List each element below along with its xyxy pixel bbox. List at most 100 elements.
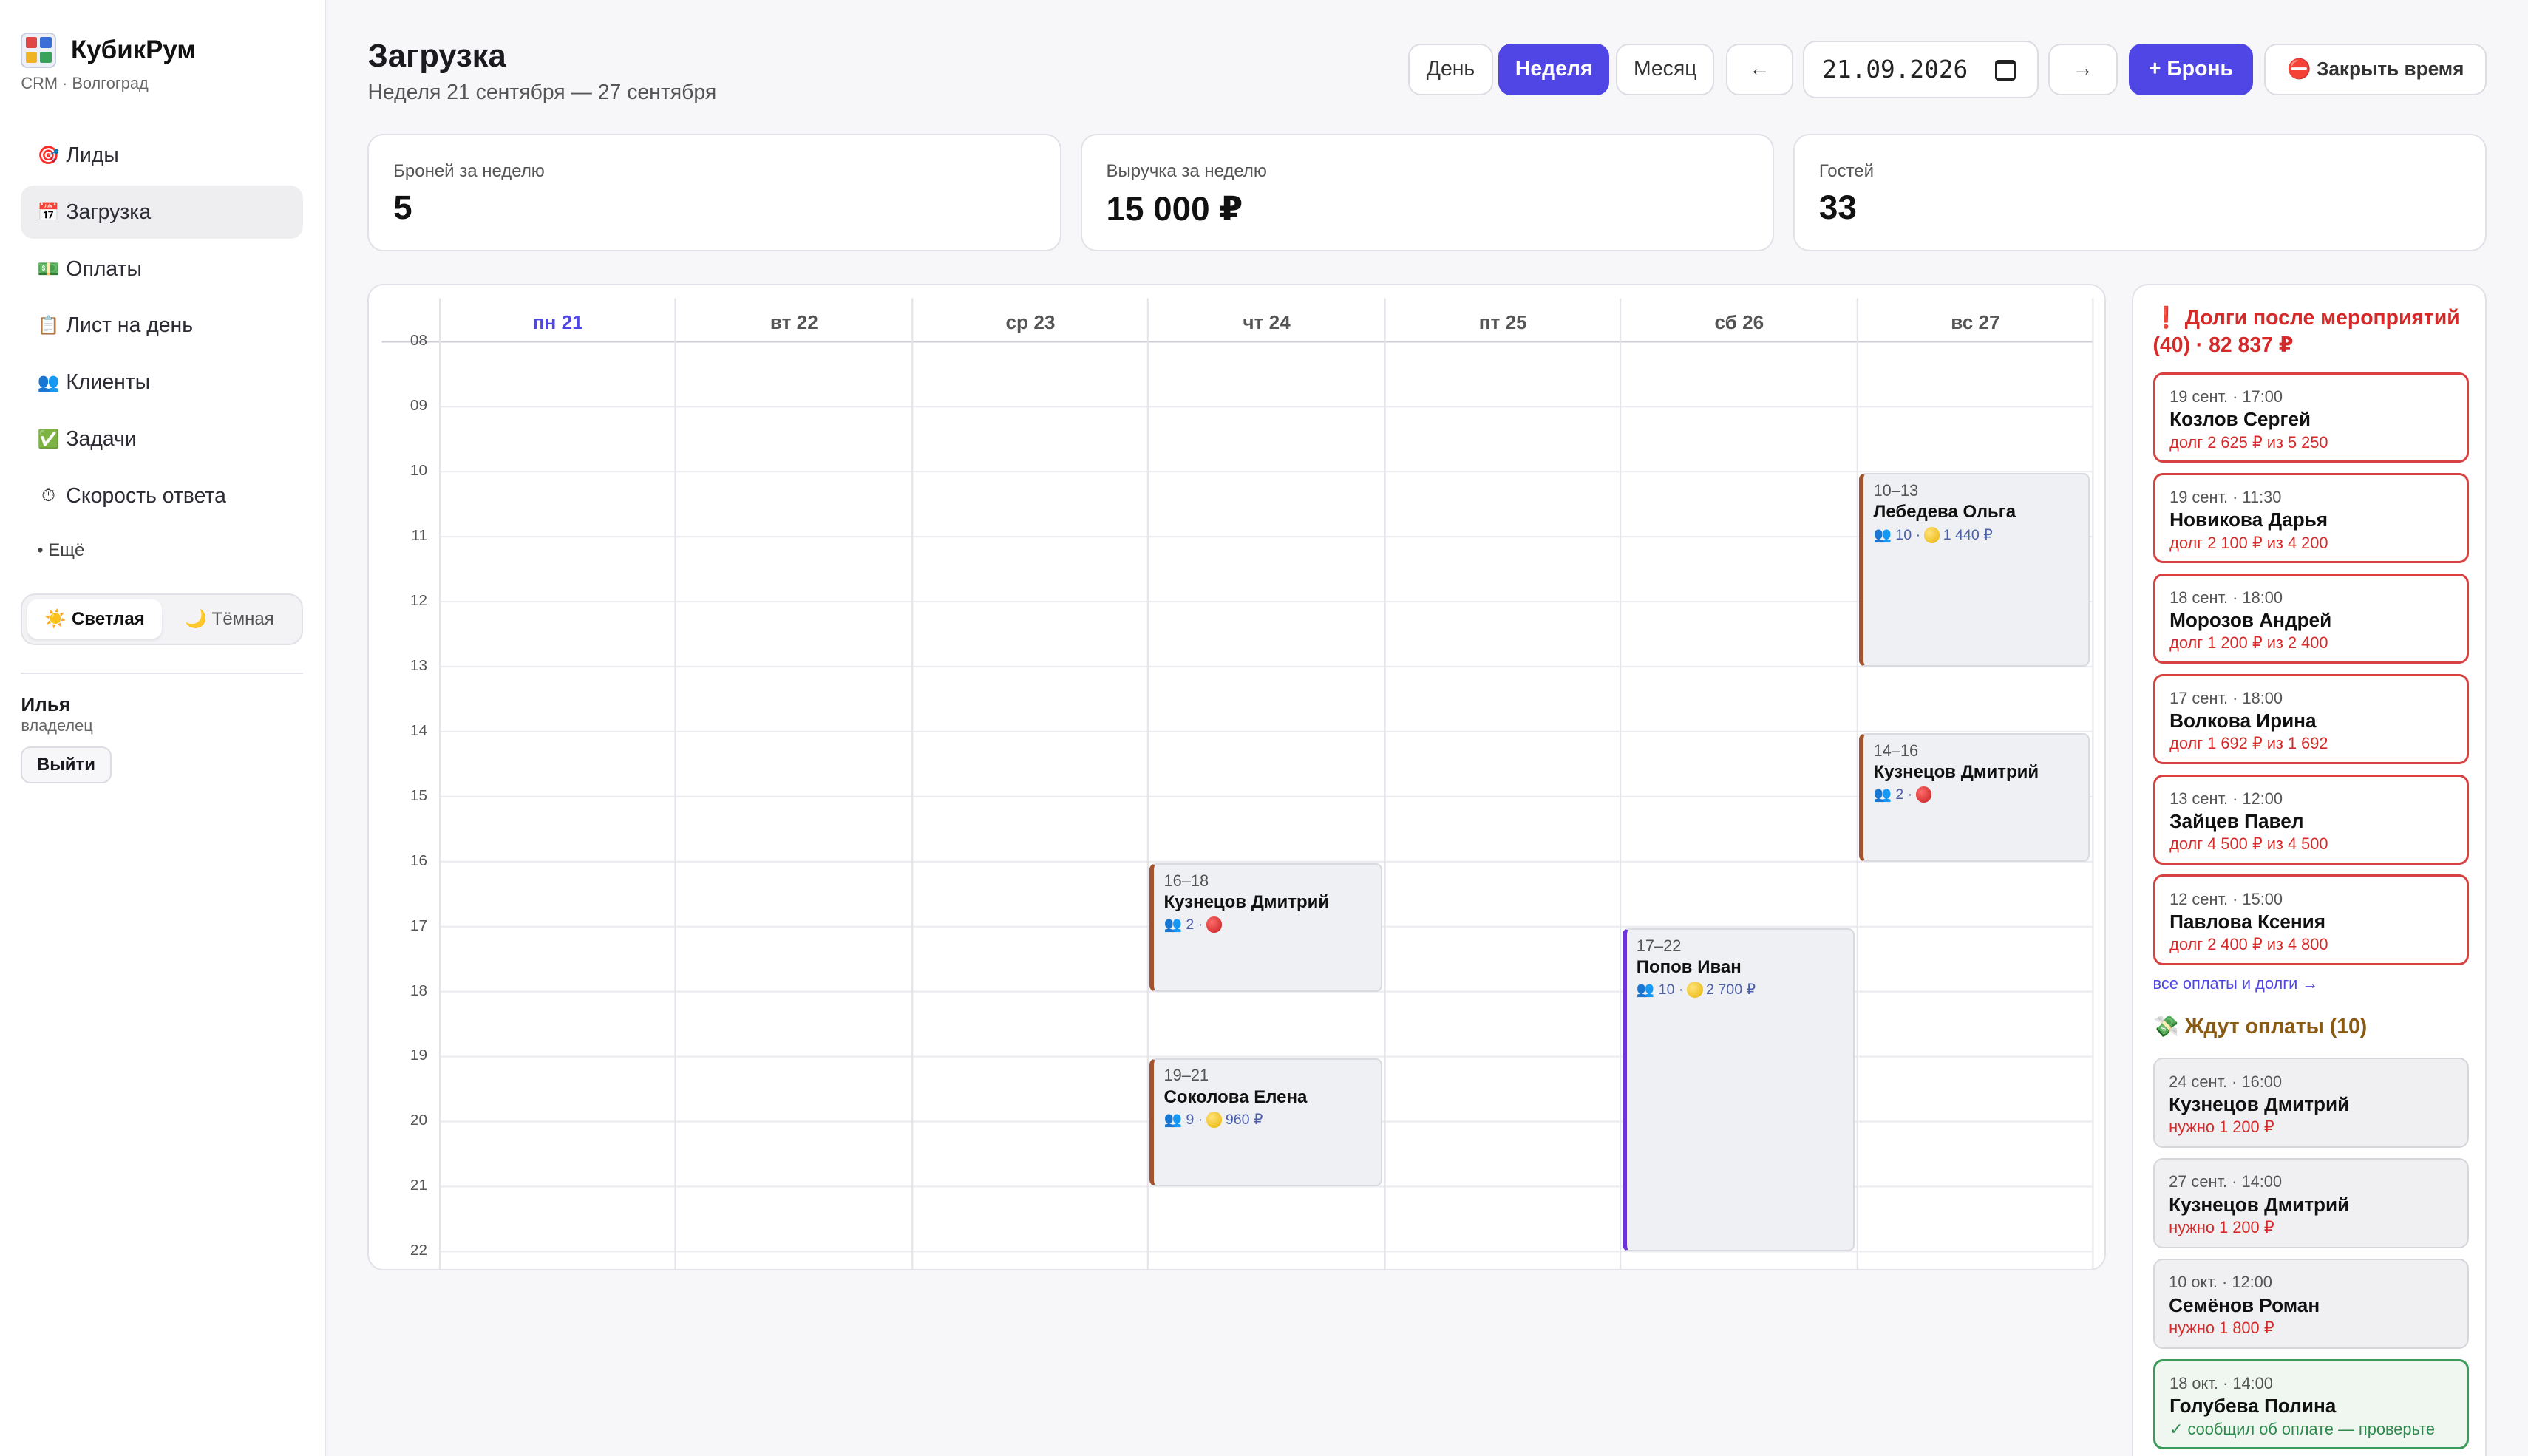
awaiting-payment-card[interactable]: 24 сент. · 16:00 Кузнецов Дмитрий нужно 1 … bbox=[2152, 1058, 2470, 1149]
booking-client: Кузнецов Дмитрий bbox=[1163, 891, 1330, 912]
debt-card[interactable]: 19 сент. · 17:00 Козлов Сергей долг 2 625 … bbox=[2152, 372, 2470, 463]
card-date: 19 сент. · 17:00 bbox=[2169, 387, 2283, 406]
day-header[interactable]: пт 25 bbox=[1385, 311, 1621, 340]
debt-card[interactable]: 18 сент. · 18:00 Морозов Андрей долг 1 200… bbox=[2152, 573, 2470, 664]
date-input[interactable]: 21.09.2026 bbox=[1803, 40, 2039, 99]
sidebar-item-more[interactable]: • Ещё bbox=[21, 526, 303, 574]
sidebar-item-leads[interactable]: 🎯 Лиды bbox=[21, 129, 303, 183]
booking-time: 16–18 bbox=[1163, 871, 1209, 890]
brand-subtitle: CRM · Волгоград bbox=[21, 74, 149, 93]
next-week-button[interactable]: → bbox=[2048, 43, 2118, 95]
booking-client: Кузнецов Дмитрий bbox=[1873, 761, 2039, 782]
all-payments-link[interactable]: все оплаты и долги → bbox=[2153, 974, 2319, 993]
booking-time: 14–16 bbox=[1873, 741, 1919, 760]
booking-client: Соколова Елена bbox=[1163, 1086, 1308, 1107]
booking-amount: 1 440 ₽ bbox=[1943, 526, 1993, 543]
sidebar-item-label: Задачи bbox=[66, 426, 137, 451]
booking-event[interactable]: 19–21 Соколова Елена 👥 9 · 960 ₽ bbox=[1149, 1058, 1382, 1187]
prev-week-button[interactable]: ← bbox=[1725, 43, 1794, 95]
booking-amount: 2 700 ₽ bbox=[1706, 982, 1756, 999]
booking-time: 17–22 bbox=[1636, 936, 1682, 955]
sidebar-item-label: Оплаты bbox=[66, 256, 142, 281]
close-time-button[interactable]: ⛔ Закрыть время bbox=[2264, 43, 2487, 95]
debt-card[interactable]: 17 сент. · 18:00 Волкова Ирина долг 1 692 … bbox=[2152, 673, 2470, 764]
day-header[interactable]: чт 24 bbox=[1148, 311, 1385, 340]
sidebar-item-load[interactable]: 📅 Загрузка bbox=[21, 186, 304, 239]
view-day-button[interactable]: День bbox=[1407, 43, 1494, 95]
calendar-icon: 📅 bbox=[37, 202, 60, 222]
view-month-button[interactable]: Месяц bbox=[1616, 43, 1715, 95]
card-client: Голубева Полина bbox=[2169, 1395, 2337, 1418]
booking-client: Лебедева Ольга bbox=[1873, 502, 2016, 523]
awaiting-payment-card[interactable]: 27 сент. · 14:00 Кузнецов Дмитрий нужно 1 … bbox=[2152, 1157, 2470, 1249]
new-booking-button[interactable]: + Бронь bbox=[2128, 43, 2253, 95]
sidebar-item-label: Клиенты bbox=[66, 370, 151, 395]
booking-meta: 👥 9 · 960 ₽ bbox=[1164, 1111, 1381, 1129]
sidebar-item-label: Лиды bbox=[66, 143, 119, 168]
debts-title: ❗ Долги после мероприятий (40) · 82 837 … bbox=[2152, 306, 2460, 358]
booking-time: 10–13 bbox=[1873, 481, 1919, 500]
awaiting-payment-card[interactable]: 10 окт. · 12:00 Семёнов Роман нужно 1 800 … bbox=[2152, 1258, 2470, 1350]
cube-logo-icon bbox=[21, 32, 57, 68]
sidebar-item-label: Скорость ответа bbox=[66, 483, 226, 508]
user-name: Илья bbox=[21, 693, 71, 716]
card-date: 27 сент. · 14:00 bbox=[2169, 1172, 2283, 1191]
hour-label: 08 bbox=[410, 332, 427, 350]
hour-label: 10 bbox=[410, 462, 427, 480]
card-date: 10 окт. · 12:00 bbox=[2169, 1273, 2272, 1292]
card-client: Кузнецов Дмитрий bbox=[2169, 1193, 2350, 1216]
sidebar-item-response-speed[interactable]: ⏱ Скорость ответа bbox=[21, 469, 303, 523]
sidebar-item-label: Лист на день bbox=[66, 313, 193, 338]
card-client: Волкова Ирина bbox=[2169, 710, 2317, 732]
sidebar-item-payments[interactable]: 💵 Оплаты bbox=[21, 242, 303, 296]
booking-event[interactable]: 16–18 Кузнецов Дмитрий 👥 2 · bbox=[1149, 863, 1382, 992]
sidebar-item-clients[interactable]: 👥 Клиенты bbox=[21, 356, 303, 409]
hour-label: 20 bbox=[410, 1112, 427, 1129]
day-header[interactable]: ср 23 bbox=[913, 311, 1149, 340]
debt-card[interactable]: 12 сент. · 15:00 Павлова Ксения долг 2 400… bbox=[2152, 874, 2470, 965]
hour-label: 18 bbox=[410, 982, 427, 999]
stat-label: Выручка за неделю bbox=[1106, 160, 1267, 181]
stat-label: Гостей bbox=[1818, 160, 1875, 181]
card-date: 17 сент. · 18:00 bbox=[2169, 689, 2283, 708]
guests-count: 👥 9 · bbox=[1163, 1111, 1203, 1128]
brand-title: КубикРум bbox=[70, 35, 197, 64]
debt-card[interactable]: 19 сент. · 11:30 Новикова Дарья долг 2 100… bbox=[2152, 472, 2470, 563]
sidebar: КубикРум CRM · Волгоград 🎯 Лиды 📅 Загрузка… bbox=[0, 0, 326, 1456]
sidebar-item-tasks[interactable]: ✅ Задачи bbox=[21, 412, 303, 466]
debt-card[interactable]: 13 сент. · 12:00 Зайцев Павел долг 4 500 ₽… bbox=[2152, 774, 2470, 865]
day-header[interactable]: сб 26 bbox=[1621, 311, 1858, 340]
theme-dark-button[interactable]: 🌙 Тёмная bbox=[162, 599, 296, 639]
guests-count: 👥 2 · bbox=[1163, 916, 1203, 933]
waiting-title: 💸 Ждут оплаты (10) bbox=[2152, 1015, 2368, 1039]
awaiting-payment-card[interactable]: 18 окт. · 14:00 Голубева Полина ✓ сообщил … bbox=[2152, 1358, 2470, 1450]
booking-event[interactable]: 10–13 Лебедева Ольга 👥 10 · 1 440 ₽ bbox=[1859, 473, 2090, 667]
hour-label: 13 bbox=[410, 656, 427, 674]
day-header[interactable]: вт 22 bbox=[676, 311, 913, 340]
booking-event[interactable]: 14–16 Кузнецов Дмитрий 👥 2 · bbox=[1859, 733, 2090, 862]
unpaid-status-icon bbox=[1915, 786, 1932, 803]
card-amount-due: нужно 1 200 ₽ bbox=[2169, 1217, 2274, 1236]
unpaid-status-icon bbox=[1206, 916, 1223, 933]
sidebar-item-daysheet[interactable]: 📋 Лист на день bbox=[21, 299, 303, 353]
card-client: Павлова Ксения bbox=[2169, 911, 2325, 933]
view-week-button[interactable]: Неделя bbox=[1498, 43, 1610, 95]
stat-card-bookings: Броней за неделю 5 bbox=[367, 134, 1061, 252]
day-header[interactable]: пн 21 bbox=[440, 311, 676, 340]
theme-switcher: ☀️ Светлая 🌙 Тёмная bbox=[21, 593, 304, 645]
logout-button[interactable]: Выйти bbox=[21, 746, 112, 784]
booking-event[interactable]: 17–22 Попов Иван 👥 10 · 2 700 ₽ bbox=[1622, 928, 1855, 1252]
hour-label: 16 bbox=[410, 851, 427, 869]
guests-count: 👥 10 · bbox=[1636, 982, 1684, 999]
day-header[interactable]: вс 27 bbox=[1858, 311, 2093, 340]
theme-light-button[interactable]: ☀️ Светлая bbox=[27, 599, 163, 639]
card-debt: долг 2 100 ₽ из 4 200 bbox=[2169, 533, 2328, 552]
calendar-picker-icon[interactable] bbox=[1995, 59, 2016, 81]
card-client: Зайцев Павел bbox=[2169, 810, 2304, 833]
money-icon: 💵 bbox=[37, 259, 60, 279]
card-client: Козлов Сергей bbox=[2169, 408, 2311, 431]
card-amount-due: ✓ сообщил об оплате — проверьте bbox=[2169, 1419, 2436, 1438]
brand[interactable]: КубикРум bbox=[21, 32, 197, 68]
week-calendar: пн 21 вт 22 ср 23 чт 24 пт 25 сб 26 вс 27 08 09 1… bbox=[367, 283, 2107, 1271]
card-date: 13 сент. · 12:00 bbox=[2169, 789, 2283, 808]
